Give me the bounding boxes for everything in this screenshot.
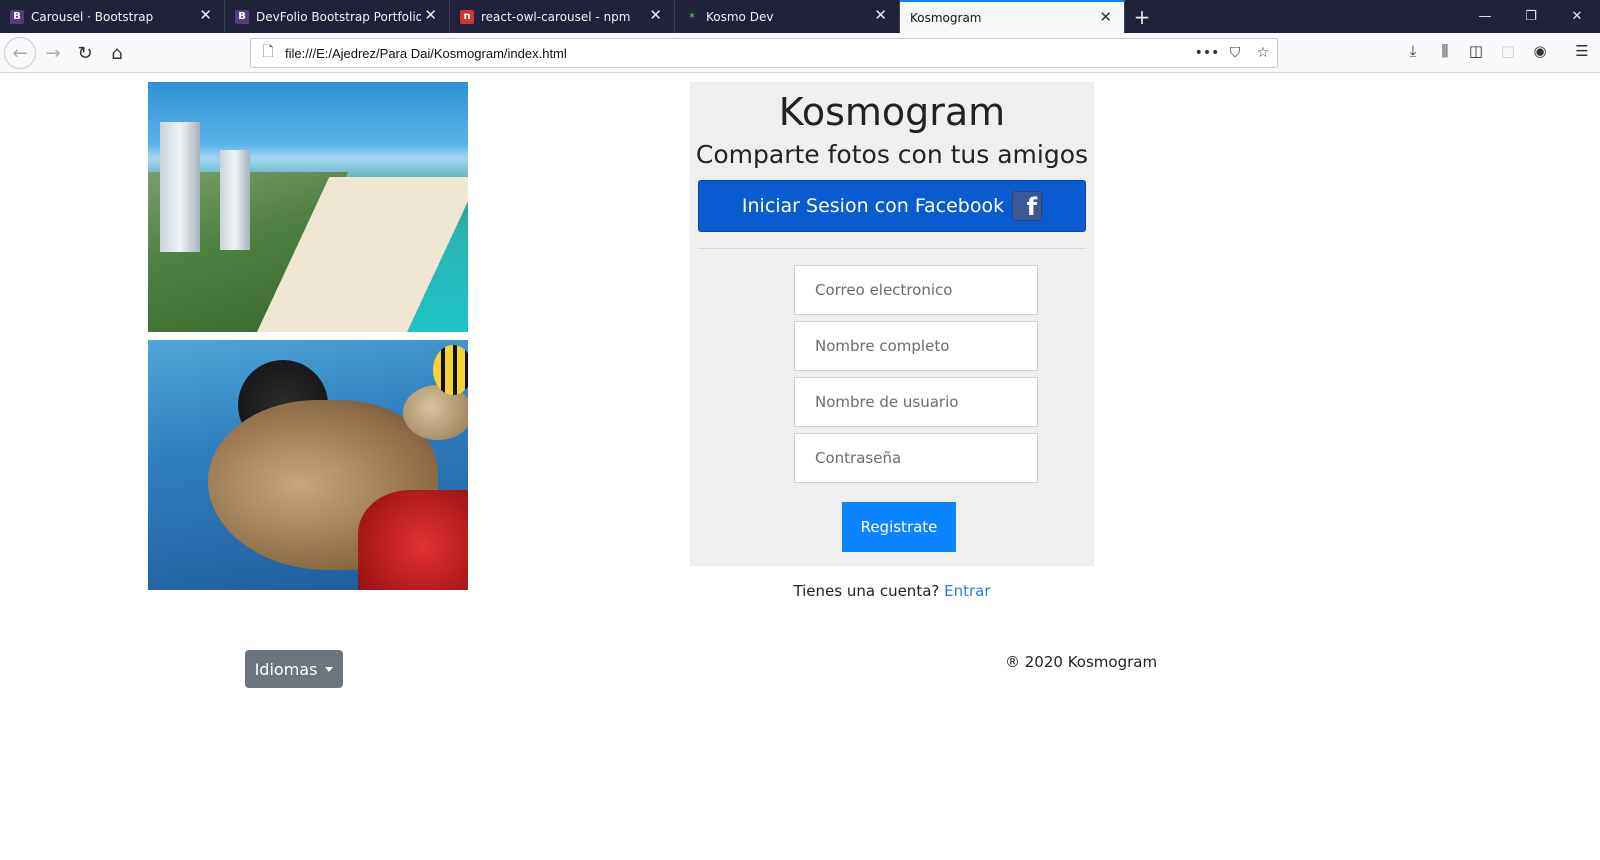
extension-icon[interactable]: ▢ — [1496, 42, 1520, 64]
tab-title: react-owl-carousel - npm — [481, 9, 631, 24]
tab-kosmogram[interactable]: Kosmogram ✕ — [900, 0, 1125, 33]
copyright-text: ® 2020 Kosmogram — [1005, 653, 1158, 671]
sidebar-icon[interactable]: ◫ — [1464, 42, 1488, 64]
language-label: Idiomas — [254, 659, 318, 679]
facebook-login-label: Iniciar Sesion con Facebook — [741, 195, 1005, 217]
brand-title: Kosmogram — [778, 90, 1006, 134]
signup-card: Kosmogram Comparte fotos con tus amigos … — [690, 82, 1094, 566]
forward-button[interactable]: → — [38, 38, 68, 68]
facebook-icon: f — [1012, 191, 1043, 221]
close-icon[interactable]: ✕ — [649, 6, 662, 24]
register-button[interactable]: Registrate — [842, 502, 956, 552]
close-icon[interactable]: ✕ — [199, 6, 212, 24]
language-dropdown-button[interactable]: Idiomas — [245, 650, 343, 688]
tagline: Comparte fotos con tus amigos — [695, 140, 1089, 169]
have-account-label: Tienes una cuenta? — [793, 582, 940, 600]
close-icon[interactable]: ✕ — [874, 6, 887, 24]
username-field[interactable] — [794, 377, 1038, 427]
tab-bar: B Carousel · Bootstrap ✕ B DevFolio Boot… — [0, 0, 1600, 33]
tab-title: Kosmogram — [910, 10, 982, 25]
tower-building — [160, 122, 200, 252]
tab-title: Carousel · Bootstrap — [31, 9, 154, 24]
library-icon[interactable]: ⫼ — [1433, 42, 1457, 64]
facebook-login-button[interactable]: Iniciar Sesion con Facebook f — [698, 180, 1086, 232]
fish — [433, 345, 468, 395]
bootstrap-icon: B — [235, 9, 249, 24]
pocket-icon[interactable]: ⛉ — [1221, 45, 1249, 61]
fullname-field[interactable] — [794, 321, 1038, 371]
account-icon[interactable]: ◉ — [1528, 42, 1552, 64]
minimize-icon[interactable]: — — [1462, 0, 1508, 33]
tower-building — [220, 150, 250, 250]
coral — [358, 490, 468, 590]
bookmark-star-icon[interactable]: ☆ — [1249, 45, 1277, 61]
home-button[interactable]: ⌂ — [102, 38, 132, 68]
tab-title: DevFolio Bootstrap Portfolio Te — [256, 9, 421, 24]
page-icon: 🗋 — [262, 44, 274, 60]
caret-down-icon — [325, 666, 334, 672]
login-link[interactable]: Entrar — [944, 582, 990, 600]
tab-title: Kosmo Dev — [706, 9, 774, 24]
beach-city-photo — [148, 82, 468, 332]
kosmo-icon: ✶ — [687, 11, 697, 22]
tab-devfolio[interactable]: B DevFolio Bootstrap Portfolio Te ✕ — [225, 0, 450, 33]
more-actions-icon[interactable]: ••• — [1193, 45, 1221, 61]
password-field[interactable] — [794, 433, 1038, 483]
have-account-text: Tienes una cuenta? Entrar — [690, 582, 1094, 600]
address-bar[interactable]: 🗋 file:///E:/Ajedrez/Para Dai/Kosmogram/… — [250, 38, 1278, 68]
reload-button[interactable]: ↻ — [70, 38, 100, 68]
npm-icon: n — [460, 9, 474, 24]
restore-icon[interactable]: ❐ — [1508, 0, 1554, 33]
back-button[interactable]: ← — [4, 37, 36, 69]
close-icon[interactable]: ✕ — [1099, 8, 1112, 26]
diver-turtle-photo — [148, 340, 468, 590]
email-field[interactable] — [794, 265, 1038, 315]
download-icon[interactable]: ⤓ — [1401, 42, 1425, 64]
close-icon[interactable]: ✕ — [424, 6, 437, 24]
divider — [698, 248, 1086, 249]
close-window-icon[interactable]: ✕ — [1554, 0, 1600, 33]
tab-kosmo-dev[interactable]: ✶ Kosmo Dev ✕ — [675, 0, 900, 33]
url-text[interactable]: file:///E:/Ajedrez/Para Dai/Kosmogram/in… — [281, 46, 1193, 61]
bootstrap-icon: B — [10, 9, 24, 24]
navigation-toolbar: ← → ↻ ⌂ 🗋 file:///E:/Ajedrez/Para Dai/Ko… — [0, 33, 1600, 73]
new-tab-button[interactable]: + — [1125, 0, 1159, 33]
tab-react-owl-carousel[interactable]: n react-owl-carousel - npm ✕ — [450, 0, 675, 33]
tab-carousel-bootstrap[interactable]: B Carousel · Bootstrap ✕ — [0, 0, 225, 33]
menu-icon[interactable]: ☰ — [1570, 42, 1594, 64]
